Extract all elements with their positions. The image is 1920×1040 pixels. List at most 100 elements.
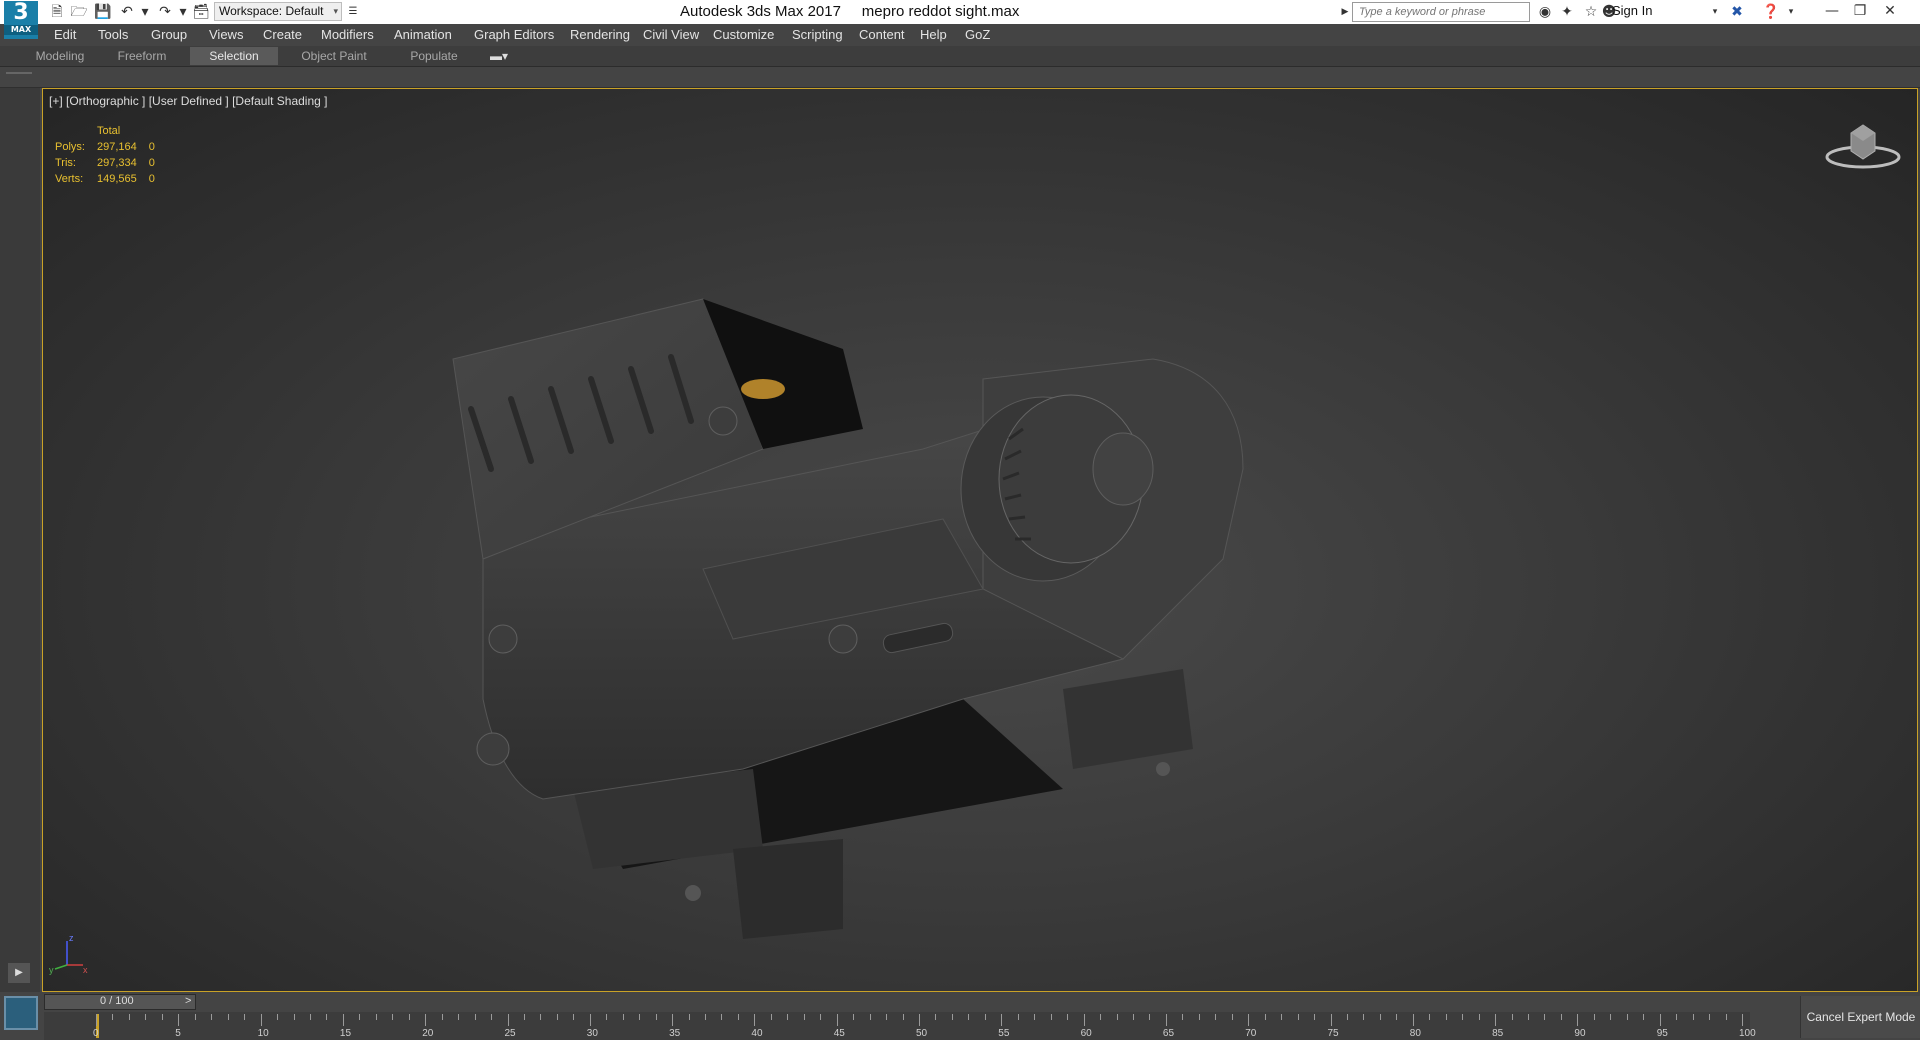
tick-mark — [902, 1014, 904, 1020]
maxscript-listener-icon[interactable] — [4, 996, 38, 1030]
tick-label: 5 — [175, 1028, 181, 1039]
tick-mark — [1692, 1014, 1694, 1020]
tick-mark — [672, 1014, 674, 1026]
redo-icon[interactable]: ↷ — [156, 3, 174, 21]
binoculars-icon[interactable]: ◉ — [1536, 3, 1554, 21]
tick-mark — [1511, 1014, 1513, 1020]
menu-graph-editors[interactable]: Graph Editors — [474, 27, 554, 42]
tick-mark — [1396, 1014, 1398, 1020]
customize-toolbar-icon[interactable]: ☰ — [344, 3, 362, 21]
menu-goz[interactable]: GoZ — [965, 27, 990, 42]
tick-mark — [869, 1014, 871, 1020]
app-logo-button[interactable]: 3 MAX — [4, 1, 38, 39]
tick-mark — [1017, 1014, 1019, 1020]
undo-dropdown-icon[interactable]: ▾ — [136, 3, 154, 21]
stats-header-total: Total — [96, 125, 121, 137]
minimize-icon[interactable]: — — [1818, 0, 1846, 22]
menu-help[interactable]: Help — [920, 27, 947, 42]
menu-customize[interactable]: Customize — [713, 27, 774, 42]
reddot-sight-model[interactable] — [423, 229, 1383, 949]
sign-in-button[interactable]: Sign In — [1612, 3, 1652, 18]
menu-scripting[interactable]: Scripting — [792, 27, 843, 42]
tick-mark — [523, 1014, 525, 1020]
tick-mark — [1593, 1014, 1595, 1020]
tick-label: 60 — [1080, 1028, 1092, 1039]
tick-label: 85 — [1492, 1028, 1504, 1039]
viewcube-icon[interactable] — [1823, 117, 1903, 177]
tick-mark — [606, 1014, 608, 1020]
tick-label: 25 — [504, 1028, 516, 1039]
tick-label: 80 — [1409, 1028, 1421, 1039]
tab-freeform[interactable]: Freeform — [108, 47, 176, 65]
tick-mark — [1643, 1014, 1645, 1020]
search-field[interactable] — [1352, 2, 1530, 22]
search-input[interactable] — [1357, 5, 1529, 19]
tick-mark — [128, 1014, 130, 1020]
open-file-icon[interactable]: 🗁 — [70, 3, 88, 21]
tick-mark — [507, 1014, 509, 1026]
save-icon[interactable]: 💾 — [94, 3, 112, 21]
expand-viewport-layout-icon[interactable]: ▶ — [8, 963, 30, 983]
tab-object-paint[interactable]: Object Paint — [296, 47, 372, 65]
tick-mark — [919, 1014, 920, 1026]
exchange-apps-icon[interactable]: ✖ — [1728, 3, 1746, 21]
menu-content[interactable]: Content — [859, 27, 905, 42]
tick-mark — [1659, 1014, 1661, 1026]
tick-mark — [853, 1014, 855, 1020]
tick-mark — [1560, 1014, 1562, 1020]
redo-dropdown-icon[interactable]: ▾ — [174, 3, 192, 21]
tick-mark — [1116, 1014, 1118, 1020]
help-dropdown-icon[interactable]: ▾ — [1782, 3, 1800, 21]
tick-mark — [886, 1014, 888, 1020]
tick-mark — [1478, 1014, 1480, 1020]
menu-views[interactable]: Views — [209, 27, 243, 42]
cancel-expert-mode-button[interactable]: Cancel Expert Mode — [1800, 996, 1920, 1038]
time-next-button[interactable]: > — [185, 995, 191, 1007]
close-icon[interactable]: ✕ — [1876, 0, 1904, 22]
workspace-select[interactable]: Workspace: Default ▾ — [214, 2, 342, 21]
stats-row: Polys: 297,164 0 — [55, 139, 167, 155]
ribbon-options-icon[interactable]: ▬▾ — [486, 47, 512, 65]
menu-rendering[interactable]: Rendering — [570, 27, 630, 42]
new-file-icon[interactable]: 🗎 — [48, 3, 66, 21]
tick-mark — [458, 1014, 460, 1020]
sign-in-dropdown-icon[interactable]: ▾ — [1706, 3, 1724, 21]
menu-group[interactable]: Group — [151, 27, 187, 42]
tab-selection[interactable]: Selection — [190, 47, 278, 65]
tick-mark — [1067, 1014, 1069, 1020]
menu-create[interactable]: Create — [263, 27, 302, 42]
tab-modeling[interactable]: Modeling — [26, 47, 94, 65]
frame-counter: 0 / 100 — [100, 995, 134, 1007]
stats-label: Polys: — [55, 141, 85, 153]
menu-modifiers[interactable]: Modifiers — [321, 27, 374, 42]
perspective-viewport[interactable]: [+] [Orthographic ] [User Defined ] [Def… — [42, 88, 1918, 992]
communication-center-icon[interactable]: ✦ — [1558, 3, 1576, 21]
viewport-label-menu[interactable]: [+] [Orthographic ] [User Defined ] [Def… — [49, 94, 327, 108]
favorites-star-icon[interactable]: ☆ — [1582, 3, 1600, 21]
axis-x-label: x — [83, 965, 88, 975]
restore-icon[interactable]: ❐ — [1846, 0, 1874, 22]
undo-icon[interactable]: ↶ — [118, 3, 136, 21]
menu-edit[interactable]: Edit — [54, 27, 76, 42]
stats-selected: 0 — [148, 173, 155, 185]
tick-mark — [1346, 1014, 1348, 1020]
menu-tools[interactable]: Tools — [98, 27, 128, 42]
tick-mark — [441, 1014, 443, 1020]
stats-label: Tris: — [55, 157, 76, 169]
menu-civil-view[interactable]: Civil View — [643, 27, 699, 42]
project-folder-icon[interactable]: 🗃 — [192, 3, 210, 21]
tick-mark — [293, 1014, 295, 1020]
tick-mark — [556, 1014, 558, 1020]
tick-mark — [277, 1014, 279, 1020]
tick-mark — [1034, 1014, 1036, 1020]
menu-animation[interactable]: Animation — [394, 27, 452, 42]
tick-mark — [194, 1014, 196, 1020]
tab-populate[interactable]: Populate — [402, 47, 466, 65]
tick-mark — [309, 1014, 311, 1020]
help-icon[interactable]: ❓ — [1762, 3, 1780, 21]
tick-mark — [1050, 1014, 1052, 1020]
tick-mark — [375, 1014, 377, 1020]
ribbon-grip[interactable] — [6, 72, 32, 74]
tick-mark — [1429, 1014, 1431, 1020]
tick-mark — [1412, 1014, 1414, 1026]
